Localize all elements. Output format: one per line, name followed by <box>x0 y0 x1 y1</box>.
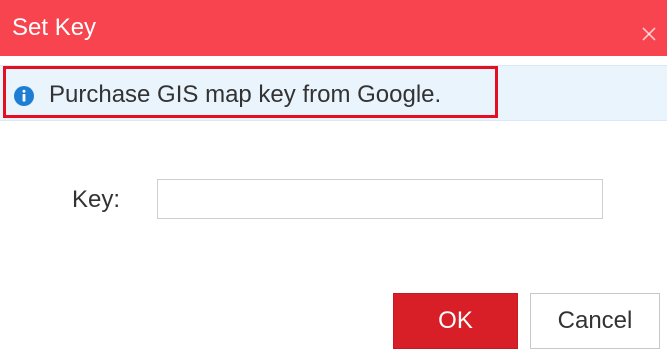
key-input[interactable] <box>157 179 603 219</box>
dialog-titlebar: Set Key <box>0 0 667 56</box>
set-key-dialog: Set Key Purchase GIS map key from Google… <box>0 0 667 351</box>
dialog-title: Set Key <box>12 14 97 41</box>
key-label: Key: <box>72 186 121 213</box>
ok-button[interactable]: OK <box>393 293 518 349</box>
info-message: Purchase GIS map key from Google. <box>49 81 442 108</box>
cancel-button[interactable]: Cancel <box>530 293 660 349</box>
close-icon[interactable] <box>641 26 657 42</box>
info-circle-icon <box>14 86 34 106</box>
